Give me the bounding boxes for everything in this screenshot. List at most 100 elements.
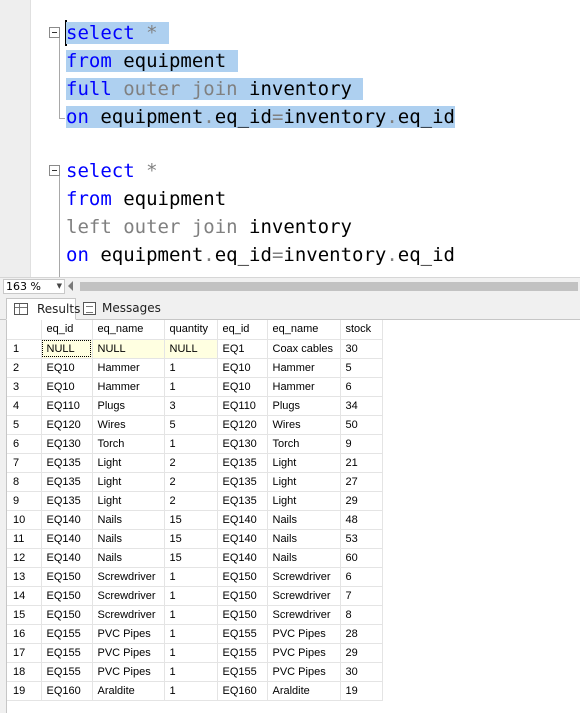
code-line[interactable]: from equipment — [66, 185, 226, 213]
table-cell[interactable]: 1 — [164, 681, 218, 701]
table-cell[interactable]: 28 — [340, 624, 383, 644]
query-editor[interactable]: select * from equipment full outer join … — [0, 0, 580, 277]
table-cell[interactable]: 34 — [340, 396, 383, 416]
table-row[interactable]: 17 EQ155 PVC Pipes 1 EQ155 PVC Pipes 29 — [7, 643, 383, 663]
table-cell[interactable]: Torch — [267, 434, 341, 454]
table-cell[interactable]: EQ140 — [217, 510, 268, 530]
table-cell[interactable]: 6 — [340, 567, 383, 587]
table-cell[interactable]: 1 — [164, 662, 218, 682]
table-cell[interactable]: 1 — [164, 358, 218, 378]
table-cell[interactable]: Screwdriver — [267, 586, 341, 606]
table-cell[interactable]: EQ140 — [41, 529, 93, 549]
results-grid[interactable]: eq_id eq_name quantity eq_id eq_name sto… — [6, 320, 580, 713]
table-cell[interactable]: 15 — [164, 529, 218, 549]
table-cell[interactable]: EQ10 — [41, 377, 93, 397]
table-cell[interactable]: 1 — [164, 567, 218, 587]
table-cell[interactable]: Screwdriver — [92, 605, 165, 625]
table-row[interactable]: 2 EQ10 Hammer 1 EQ10 Hammer 5 — [7, 358, 383, 378]
table-cell[interactable]: Hammer — [92, 358, 165, 378]
table-cell[interactable]: NULL — [92, 339, 165, 359]
table-cell[interactable]: PVC Pipes — [267, 643, 341, 663]
chevron-down-icon[interactable]: ▼ — [57, 280, 62, 293]
table-row[interactable]: 19 EQ160 Araldite 1 EQ160 Araldite 19 — [7, 681, 383, 701]
column-header[interactable]: quantity — [164, 320, 218, 340]
table-cell[interactable]: 1 — [164, 643, 218, 663]
table-row[interactable]: 18 EQ155 PVC Pipes 1 EQ155 PVC Pipes 30 — [7, 662, 383, 682]
table-cell[interactable]: Light — [267, 472, 341, 492]
table-cell[interactable]: 15 — [164, 510, 218, 530]
column-header[interactable]: eq_name — [92, 320, 165, 340]
table-cell[interactable]: Screwdriver — [267, 567, 341, 587]
table-cell[interactable]: EQ135 — [41, 453, 93, 473]
table-cell[interactable]: Nails — [267, 548, 341, 568]
table-cell[interactable]: 1 — [164, 624, 218, 644]
zoom-dropdown[interactable]: 163 % ▼ — [3, 279, 65, 294]
table-cell[interactable]: Light — [92, 453, 165, 473]
table-row[interactable]: 3 EQ10 Hammer 1 EQ10 Hammer 6 — [7, 377, 383, 397]
table-cell[interactable]: EQ120 — [41, 415, 93, 435]
table-cell[interactable]: EQ150 — [41, 586, 93, 606]
table-row[interactable]: 14 EQ150 Screwdriver 1 EQ150 Screwdriver 7 — [7, 586, 383, 606]
table-row[interactable]: 1 NULL NULL NULL EQ1 Coax cables 30 — [7, 339, 383, 359]
column-header[interactable]: stock — [340, 320, 383, 340]
collapse-icon[interactable] — [49, 165, 60, 176]
table-cell[interactable]: Plugs — [267, 396, 341, 416]
table-cell[interactable]: PVC Pipes — [267, 624, 341, 644]
table-cell[interactable]: EQ155 — [41, 624, 93, 644]
table-cell[interactable]: 2 — [164, 472, 218, 492]
table-row[interactable]: 5 EQ120 Wires 5 EQ120 Wires 50 — [7, 415, 383, 435]
table-cell[interactable]: EQ150 — [41, 567, 93, 587]
table-cell[interactable]: 3 — [164, 396, 218, 416]
table-cell[interactable]: EQ140 — [41, 548, 93, 568]
table-cell[interactable]: EQ120 — [217, 415, 268, 435]
table-cell[interactable]: 2 — [164, 453, 218, 473]
table-cell[interactable]: 48 — [340, 510, 383, 530]
column-header[interactable]: eq_name — [267, 320, 341, 340]
table-cell[interactable]: Screwdriver — [92, 567, 165, 587]
table-cell[interactable]: EQ150 — [217, 605, 268, 625]
table-cell[interactable]: EQ110 — [41, 396, 93, 416]
code-line[interactable]: on equipment.eq_id=inventory.eq_id — [66, 103, 455, 131]
table-cell[interactable]: Light — [267, 491, 341, 511]
table-cell[interactable]: EQ130 — [217, 434, 268, 454]
table-cell[interactable]: PVC Pipes — [267, 662, 341, 682]
table-cell[interactable]: Nails — [92, 529, 165, 549]
table-cell[interactable]: PVC Pipes — [92, 662, 165, 682]
table-cell[interactable]: 29 — [340, 643, 383, 663]
table-cell[interactable]: EQ130 — [41, 434, 93, 454]
table-cell[interactable]: EQ135 — [41, 491, 93, 511]
table-cell[interactable]: 8 — [340, 605, 383, 625]
table-cell[interactable]: 15 — [164, 548, 218, 568]
table-cell[interactable]: Wires — [267, 415, 341, 435]
table-cell[interactable]: Torch — [92, 434, 165, 454]
table-cell[interactable]: 7 — [340, 586, 383, 606]
code-line[interactable]: select * — [66, 157, 158, 185]
table-cell[interactable]: Plugs — [92, 396, 165, 416]
tab-results[interactable]: Results — [6, 298, 80, 320]
table-cell[interactable]: 6 — [340, 377, 383, 397]
code-line[interactable]: from equipment — [66, 47, 238, 75]
table-row[interactable]: 9 EQ135 Light 2 EQ135 Light 29 — [7, 491, 383, 511]
table-cell[interactable]: 50 — [340, 415, 383, 435]
table-cell[interactable]: 30 — [340, 662, 383, 682]
table-cell[interactable]: EQ10 — [41, 358, 93, 378]
table-cell[interactable]: EQ10 — [217, 377, 268, 397]
table-cell[interactable]: Light — [92, 472, 165, 492]
table-cell[interactable]: EQ160 — [217, 681, 268, 701]
table-row[interactable]: 7 EQ135 Light 2 EQ135 Light 21 — [7, 453, 383, 473]
table-row[interactable]: 4 EQ110 Plugs 3 EQ110 Plugs 34 — [7, 396, 383, 416]
collapse-icon[interactable] — [49, 27, 60, 38]
table-cell[interactable]: 9 — [340, 434, 383, 454]
table-row[interactable]: 11 EQ140 Nails 15 EQ140 Nails 53 — [7, 529, 383, 549]
table-cell[interactable]: EQ150 — [217, 586, 268, 606]
table-cell[interactable]: Hammer — [267, 377, 341, 397]
table-cell[interactable]: EQ135 — [41, 472, 93, 492]
table-row[interactable]: 13 EQ150 Screwdriver 1 EQ150 Screwdriver 6 — [7, 567, 383, 587]
table-cell[interactable]: Wires — [92, 415, 165, 435]
table-cell[interactable]: Nails — [92, 510, 165, 530]
table-row[interactable]: 6 EQ130 Torch 1 EQ130 Torch 9 — [7, 434, 383, 454]
table-cell[interactable]: EQ155 — [217, 662, 268, 682]
table-cell[interactable]: 1 — [164, 377, 218, 397]
code-line[interactable]: select * — [66, 19, 169, 47]
table-cell[interactable]: EQ140 — [217, 529, 268, 549]
